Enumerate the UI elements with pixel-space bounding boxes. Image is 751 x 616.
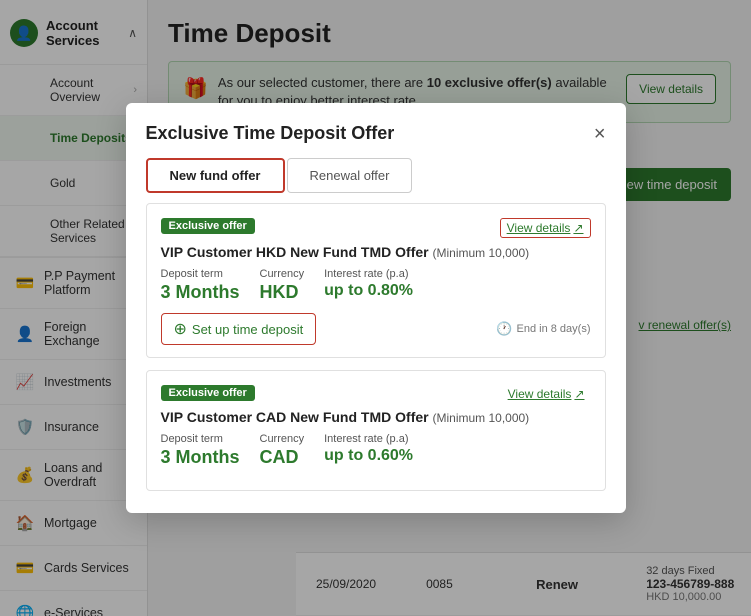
setup-time-deposit-button-1[interactable]: ⊕ Set up time deposit: [161, 313, 317, 345]
view-details-link-1[interactable]: View details ↗: [500, 218, 591, 238]
currency-label-2: Currency: [260, 433, 305, 445]
modal-tabs: New fund offer Renewal offer: [126, 144, 626, 193]
offer-top-2: Exclusive offer View details ↗: [161, 385, 591, 403]
view-details-link-2[interactable]: View details ↗: [502, 385, 591, 403]
tab-renewal-offer[interactable]: Renewal offer: [287, 158, 413, 193]
offer-footer-1: ⊕ Set up time deposit 🕐 End in 8 day(s): [161, 313, 591, 345]
clock-icon-1: 🕐: [496, 321, 512, 337]
end-notice-text-1: End in 8 day(s): [517, 323, 591, 335]
plus-icon-1: ⊕: [174, 319, 187, 339]
interest-rate-value-2: up to 0.60%: [324, 447, 413, 465]
currency-col-2: Currency CAD: [260, 433, 305, 468]
view-details-text-2: View details: [508, 387, 572, 401]
view-details-text-1: View details: [507, 221, 571, 235]
exclusive-offer-modal: Exclusive Time Deposit Offer × New fund …: [126, 103, 626, 513]
external-link-icon-1: ↗: [573, 221, 583, 235]
exclusive-badge-1: Exclusive offer: [161, 218, 255, 234]
interest-rate-value-1: up to 0.80%: [324, 282, 413, 300]
modal-title: Exclusive Time Deposit Offer: [146, 123, 395, 144]
modal-body: Exclusive offer View details ↗ VIP Custo…: [126, 193, 626, 513]
end-notice-1: 🕐 End in 8 day(s): [496, 321, 590, 337]
currency-value-1: HKD: [260, 282, 305, 303]
offer-title-1: VIP Customer HKD New Fund TMD Offer (Min…: [161, 244, 591, 260]
modal-close-button[interactable]: ×: [594, 124, 606, 144]
offer-top-1: Exclusive offer View details ↗: [161, 218, 591, 238]
deposit-term-col-2: Deposit term 3 Months: [161, 433, 240, 468]
tab-new-fund-offer[interactable]: New fund offer: [146, 158, 285, 193]
offer-details-2: Deposit term 3 Months Currency CAD Inter…: [161, 433, 591, 468]
interest-rate-col-2: Interest rate (p.a) up to 0.60%: [324, 433, 413, 468]
offer-card-1: Exclusive offer View details ↗ VIP Custo…: [146, 203, 606, 358]
deposit-term-label-2: Deposit term: [161, 433, 240, 445]
deposit-term-col-1: Deposit term 3 Months: [161, 268, 240, 303]
currency-label-1: Currency: [260, 268, 305, 280]
exclusive-badge-2: Exclusive offer: [161, 385, 255, 401]
setup-btn-label-1: Set up time deposit: [192, 322, 303, 337]
interest-rate-label-1: Interest rate (p.a): [324, 268, 413, 280]
modal-overlay: Exclusive Time Deposit Offer × New fund …: [0, 0, 751, 616]
modal-header: Exclusive Time Deposit Offer ×: [126, 103, 626, 144]
external-link-icon-2: ↗: [574, 387, 584, 401]
offer-min-2: (Minimum 10,000): [432, 411, 529, 425]
deposit-term-value-1: 3 Months: [161, 282, 240, 303]
offer-details-1: Deposit term 3 Months Currency HKD Inter…: [161, 268, 591, 303]
offer-title-2: VIP Customer CAD New Fund TMD Offer (Min…: [161, 409, 591, 425]
offer-title-text-2: VIP Customer CAD New Fund TMD Offer: [161, 409, 429, 425]
deposit-term-label-1: Deposit term: [161, 268, 240, 280]
offer-min-1: (Minimum 10,000): [432, 246, 529, 260]
currency-col-1: Currency HKD: [260, 268, 305, 303]
offer-title-text-1: VIP Customer HKD New Fund TMD Offer: [161, 244, 429, 260]
interest-rate-label-2: Interest rate (p.a): [324, 433, 413, 445]
currency-value-2: CAD: [260, 447, 305, 468]
deposit-term-value-2: 3 Months: [161, 447, 240, 468]
offer-card-2: Exclusive offer View details ↗ VIP Custo…: [146, 370, 606, 491]
interest-rate-col-1: Interest rate (p.a) up to 0.80%: [324, 268, 413, 303]
